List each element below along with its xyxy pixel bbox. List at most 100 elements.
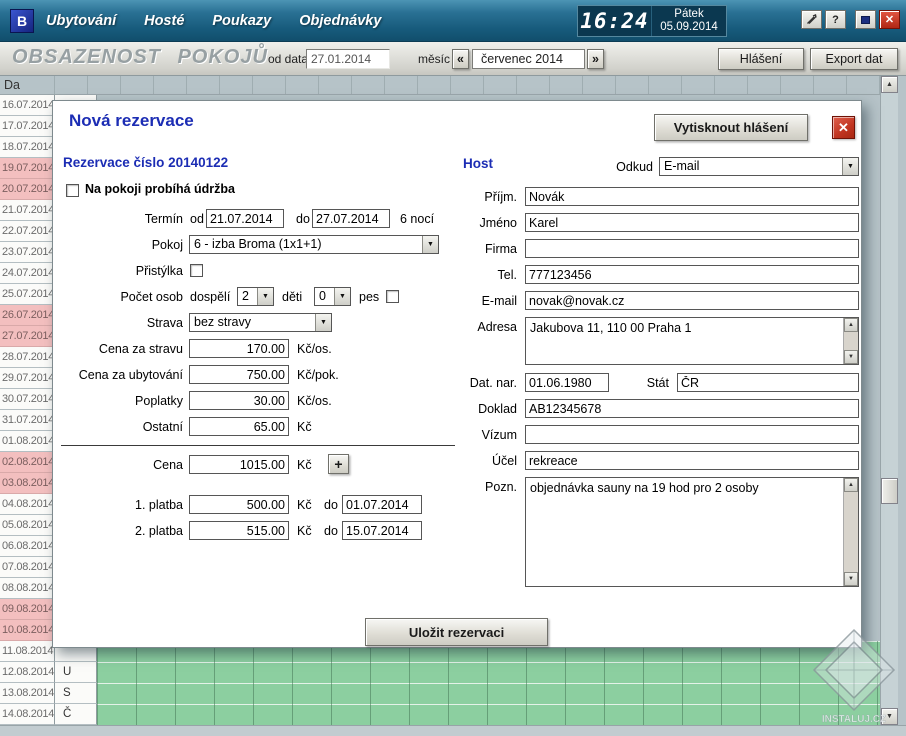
- date-cell[interactable]: 04.08.2014: [0, 494, 55, 515]
- date-cell[interactable]: 31.07.2014: [0, 410, 55, 431]
- date-cell[interactable]: 07.08.2014: [0, 557, 55, 578]
- datnar-input[interactable]: [525, 373, 609, 392]
- date-cell[interactable]: 08.08.2014: [0, 578, 55, 599]
- close-dialog-button[interactable]: ✕: [832, 116, 855, 139]
- room-select[interactable]: 6 - izba Broma (1x1+1) ▼: [189, 235, 439, 254]
- email-input[interactable]: [525, 291, 859, 310]
- stat-input[interactable]: [677, 373, 859, 392]
- date-cell[interactable]: 11.08.2014: [0, 641, 55, 662]
- menu-objednavky[interactable]: Objednávky: [299, 13, 381, 29]
- date-cell[interactable]: 06.08.2014: [0, 536, 55, 557]
- tel-input[interactable]: [525, 265, 859, 284]
- report-button[interactable]: Hlášení: [718, 48, 804, 70]
- month-display[interactable]: červenec 2014: [472, 49, 585, 69]
- meal-select[interactable]: bez stravy ▼: [189, 313, 332, 332]
- date-cell[interactable]: 21.07.2014: [0, 200, 55, 221]
- chevron-down-icon[interactable]: ▼: [842, 158, 858, 175]
- platba2-do-input[interactable]: [342, 521, 422, 540]
- date-cell[interactable]: 25.07.2014: [0, 284, 55, 305]
- help-button[interactable]: ?: [825, 10, 846, 29]
- date-cell[interactable]: 22.07.2014: [0, 221, 55, 242]
- pozn-scrollbar[interactable]: ▲ ▼: [843, 478, 858, 586]
- vertical-scrollbar[interactable]: ▲ ▼: [880, 76, 898, 725]
- grid-header-lines: [54, 76, 880, 94]
- tools-button[interactable]: [801, 10, 822, 29]
- chevron-down-icon[interactable]: ▼: [257, 288, 273, 305]
- date-cell[interactable]: 10.08.2014: [0, 620, 55, 641]
- doklad-input[interactable]: [525, 399, 859, 418]
- date-cell[interactable]: 20.07.2014: [0, 179, 55, 200]
- scroll-thumb[interactable]: [881, 478, 898, 504]
- maximize-button[interactable]: [855, 10, 876, 29]
- date-cell[interactable]: 14.08.2014: [0, 704, 55, 725]
- scroll-up-icon[interactable]: ▲: [844, 478, 858, 492]
- menu-poukazy[interactable]: Poukazy: [212, 13, 271, 29]
- cena-ubytovani-input[interactable]: [189, 365, 289, 384]
- termin-do-input[interactable]: [312, 209, 390, 228]
- date-row[interactable]: 14.08.2014Č: [0, 704, 97, 725]
- date-cell[interactable]: 17.07.2014: [0, 116, 55, 137]
- occupancy-grid[interactable]: [97, 641, 880, 725]
- adresa-textarea[interactable]: Jakubova 11, 110 00 Praha 1 ▲ ▼: [525, 317, 859, 365]
- date-row[interactable]: 13.08.2014S: [0, 683, 97, 704]
- pozn-textarea[interactable]: objednávka sauny na 19 hod pro 2 osoby ▲…: [525, 477, 859, 587]
- date-cell[interactable]: 24.07.2014: [0, 263, 55, 284]
- from-date-input[interactable]: [306, 49, 390, 69]
- prev-month-button[interactable]: «: [452, 49, 469, 69]
- date-cell[interactable]: 09.08.2014: [0, 599, 55, 620]
- export-button[interactable]: Export dat: [810, 48, 898, 70]
- date-cell[interactable]: 03.08.2014: [0, 473, 55, 494]
- vizum-input[interactable]: [525, 425, 859, 444]
- chevron-down-icon[interactable]: ▼: [315, 314, 331, 331]
- scroll-down-icon[interactable]: ▼: [844, 350, 858, 364]
- scroll-up-button[interactable]: ▲: [881, 76, 898, 93]
- chevron-down-icon[interactable]: ▼: [334, 288, 350, 305]
- date-cell[interactable]: 19.07.2014: [0, 158, 55, 179]
- platba1-do-label: do: [324, 496, 338, 515]
- platba2-input[interactable]: [189, 521, 289, 540]
- adresa-scrollbar[interactable]: ▲ ▼: [843, 318, 858, 364]
- termin-od-input[interactable]: [206, 209, 284, 228]
- date-cell[interactable]: 12.08.2014: [0, 662, 55, 683]
- save-reservation-button[interactable]: Uložit rezervaci: [365, 618, 548, 646]
- platba1-do-input[interactable]: [342, 495, 422, 514]
- jmeno-input[interactable]: [525, 213, 859, 232]
- menu-ubytovani[interactable]: Ubytování: [46, 13, 116, 29]
- firma-input[interactable]: [525, 239, 859, 258]
- date-cell[interactable]: 23.07.2014: [0, 242, 55, 263]
- date-row[interactable]: 12.08.2014U: [0, 662, 97, 683]
- poplatky-input[interactable]: [189, 391, 289, 410]
- children-select[interactable]: 0 ▼: [314, 287, 351, 306]
- date-cell[interactable]: 01.08.2014: [0, 431, 55, 452]
- date-cell[interactable]: 29.07.2014: [0, 368, 55, 389]
- odkud-select[interactable]: E-mail ▼: [659, 157, 859, 176]
- date-cell[interactable]: 05.08.2014: [0, 515, 55, 536]
- cena-input[interactable]: [189, 455, 289, 474]
- date-cell[interactable]: 18.07.2014: [0, 137, 55, 158]
- app-logo[interactable]: B: [10, 9, 34, 33]
- scroll-up-icon[interactable]: ▲: [844, 318, 858, 332]
- date-cell[interactable]: 02.08.2014: [0, 452, 55, 473]
- menu-hoste[interactable]: Hosté: [144, 13, 184, 29]
- pes-checkbox[interactable]: [386, 290, 399, 303]
- date-cell[interactable]: 30.07.2014: [0, 389, 55, 410]
- next-month-button[interactable]: »: [587, 49, 604, 69]
- close-window-button[interactable]: ✕: [879, 10, 900, 29]
- cena-strava-input[interactable]: [189, 339, 289, 358]
- ucel-input[interactable]: [525, 451, 859, 470]
- date-cell[interactable]: 16.07.2014: [0, 95, 55, 116]
- ostatni-input[interactable]: [189, 417, 289, 436]
- pristylka-checkbox[interactable]: [190, 264, 203, 277]
- date-cell[interactable]: 27.07.2014: [0, 326, 55, 347]
- maintenance-checkbox[interactable]: [66, 184, 79, 197]
- scroll-down-button[interactable]: ▼: [881, 708, 898, 725]
- add-payment-button[interactable]: +: [328, 454, 349, 474]
- date-cell[interactable]: 13.08.2014: [0, 683, 55, 704]
- adults-select[interactable]: 2 ▼: [237, 287, 274, 306]
- scroll-down-icon[interactable]: ▼: [844, 572, 858, 586]
- print-report-button[interactable]: Vytisknout hlášení: [654, 114, 808, 141]
- date-cell[interactable]: 26.07.2014: [0, 305, 55, 326]
- date-cell[interactable]: 28.07.2014: [0, 347, 55, 368]
- platba1-input[interactable]: [189, 495, 289, 514]
- prijm-input[interactable]: [525, 187, 859, 206]
